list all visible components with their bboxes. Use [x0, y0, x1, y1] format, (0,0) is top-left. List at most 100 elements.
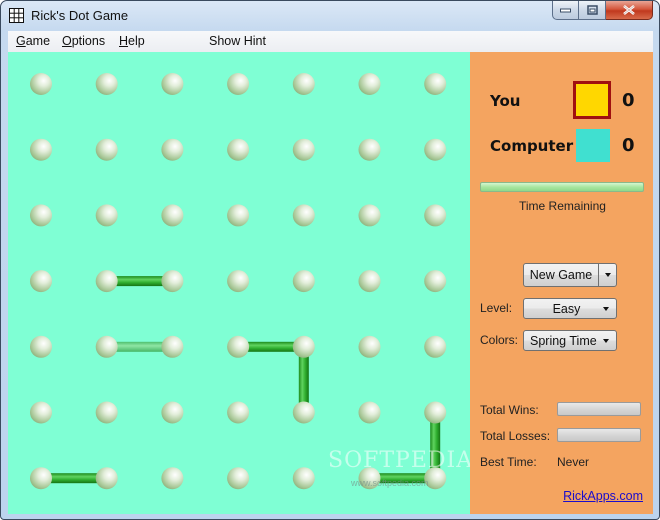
- minimize-icon: [560, 8, 571, 13]
- colors-value: Spring Time: [530, 333, 597, 348]
- board-dot[interactable]: [30, 270, 52, 293]
- board-dot[interactable]: [292, 138, 315, 161]
- board-dot[interactable]: [358, 270, 381, 293]
- time-remaining-bar: [480, 182, 644, 192]
- menu-game-label: ame: [25, 34, 51, 48]
- board-dot[interactable]: [424, 138, 447, 161]
- colors-select[interactable]: Spring Time: [523, 330, 617, 351]
- board-dot[interactable]: [30, 138, 52, 161]
- board-dot[interactable]: [358, 335, 381, 358]
- board-dot[interactable]: [358, 138, 381, 161]
- board-dot[interactable]: [95, 335, 118, 358]
- time-remaining-label: Time Remaining: [519, 199, 606, 213]
- board-dot[interactable]: [95, 204, 118, 227]
- board-dot[interactable]: [358, 467, 381, 490]
- board-dot[interactable]: [424, 467, 447, 490]
- menu-options[interactable]: Options: [62, 34, 105, 48]
- board-dot[interactable]: [95, 73, 118, 95]
- menu-options-label: ptions: [71, 34, 106, 48]
- maximize-button[interactable]: [579, 1, 606, 20]
- board-dot[interactable]: [161, 204, 184, 227]
- board-dot[interactable]: [161, 401, 184, 424]
- board-dot[interactable]: [30, 401, 52, 424]
- board-dot[interactable]: [95, 270, 118, 293]
- caption-buttons: [552, 1, 653, 21]
- dots-layer: [30, 73, 447, 490]
- board-dot[interactable]: [292, 270, 315, 293]
- board-dot[interactable]: [358, 73, 381, 95]
- board-dot[interactable]: [95, 401, 118, 424]
- board-dot[interactable]: [292, 73, 315, 95]
- best-time-label: Best Time:: [480, 455, 537, 469]
- menu-show-hint[interactable]: Show Hint: [209, 34, 266, 48]
- board-dot[interactable]: [95, 467, 118, 490]
- menu-help-label: elp: [128, 34, 145, 48]
- board-dot[interactable]: [227, 73, 250, 95]
- menu-help[interactable]: Help: [119, 34, 145, 48]
- player-you-score: 0: [622, 90, 635, 111]
- player-computer-label: Computer: [490, 137, 574, 155]
- board-dot[interactable]: [292, 467, 315, 490]
- board-dot[interactable]: [227, 467, 250, 490]
- board-dot[interactable]: [292, 401, 315, 424]
- board-dot[interactable]: [30, 467, 52, 490]
- board-dot[interactable]: [227, 335, 250, 358]
- board-dot[interactable]: [30, 204, 52, 227]
- close-icon: [623, 5, 635, 15]
- level-label: Level:: [480, 301, 513, 315]
- game-board[interactable]: SOFTPEDIA www.softpedia.com: [8, 52, 470, 514]
- chevron-down-icon: [603, 338, 609, 343]
- grid-icon: [9, 8, 24, 23]
- board-dot[interactable]: [227, 138, 250, 161]
- board-dot[interactable]: [161, 270, 184, 293]
- side-panel: You 0 Computer 0 Time Remaining New Game…: [470, 52, 653, 514]
- menu-game[interactable]: Game: [16, 34, 50, 48]
- menu-bar: Game Options Help Show Hint: [8, 31, 653, 52]
- board-dot[interactable]: [161, 73, 184, 95]
- player-computer-color: [576, 129, 610, 162]
- board-dot[interactable]: [424, 335, 447, 358]
- total-losses-bar: [557, 428, 641, 442]
- total-wins-label: Total Wins:: [480, 403, 539, 417]
- menu-game-mnemonic: G: [16, 34, 26, 48]
- minimize-button[interactable]: [552, 1, 579, 20]
- board-dot[interactable]: [30, 73, 52, 95]
- chevron-down-icon: [604, 273, 611, 277]
- board-dot[interactable]: [292, 204, 315, 227]
- player-you-label: You: [490, 92, 521, 110]
- close-button[interactable]: [606, 1, 653, 20]
- board-dot[interactable]: [424, 204, 447, 227]
- board-dot[interactable]: [227, 270, 250, 293]
- title-bar[interactable]: Rick's Dot Game: [1, 1, 659, 31]
- rickapps-link[interactable]: RickApps.com: [563, 489, 643, 503]
- level-value: Easy: [552, 301, 581, 316]
- board-dot[interactable]: [161, 138, 184, 161]
- board-dot[interactable]: [161, 467, 184, 490]
- board-dot[interactable]: [424, 270, 447, 293]
- board-dot[interactable]: [292, 335, 315, 358]
- board-dot[interactable]: [161, 335, 184, 358]
- new-game-dropdown-button[interactable]: [598, 263, 617, 287]
- player-you-color: [573, 81, 611, 119]
- board-dot[interactable]: [358, 204, 381, 227]
- board-dot[interactable]: [358, 401, 381, 424]
- menu-options-mnemonic: O: [62, 34, 72, 48]
- board-dot[interactable]: [95, 138, 118, 161]
- level-select[interactable]: Easy: [523, 298, 617, 319]
- window-title: Rick's Dot Game: [31, 8, 129, 23]
- board-dot[interactable]: [424, 401, 447, 424]
- board-dot[interactable]: [227, 204, 250, 227]
- board-dot[interactable]: [424, 73, 447, 95]
- lines-layer: [41, 276, 441, 484]
- chevron-down-icon: [603, 306, 609, 311]
- player-computer-score: 0: [622, 135, 635, 156]
- app-window: Rick's Dot Game Game Options Help Show H…: [0, 0, 660, 520]
- board-dot[interactable]: [30, 335, 52, 358]
- board-dot[interactable]: [227, 401, 250, 424]
- best-time-value: Never: [557, 455, 590, 469]
- total-wins-bar: [557, 402, 641, 416]
- maximize-icon: [586, 5, 598, 15]
- new-game-button[interactable]: New Game: [523, 263, 599, 287]
- colors-label: Colors:: [480, 333, 519, 347]
- board-canvas[interactable]: [8, 52, 470, 514]
